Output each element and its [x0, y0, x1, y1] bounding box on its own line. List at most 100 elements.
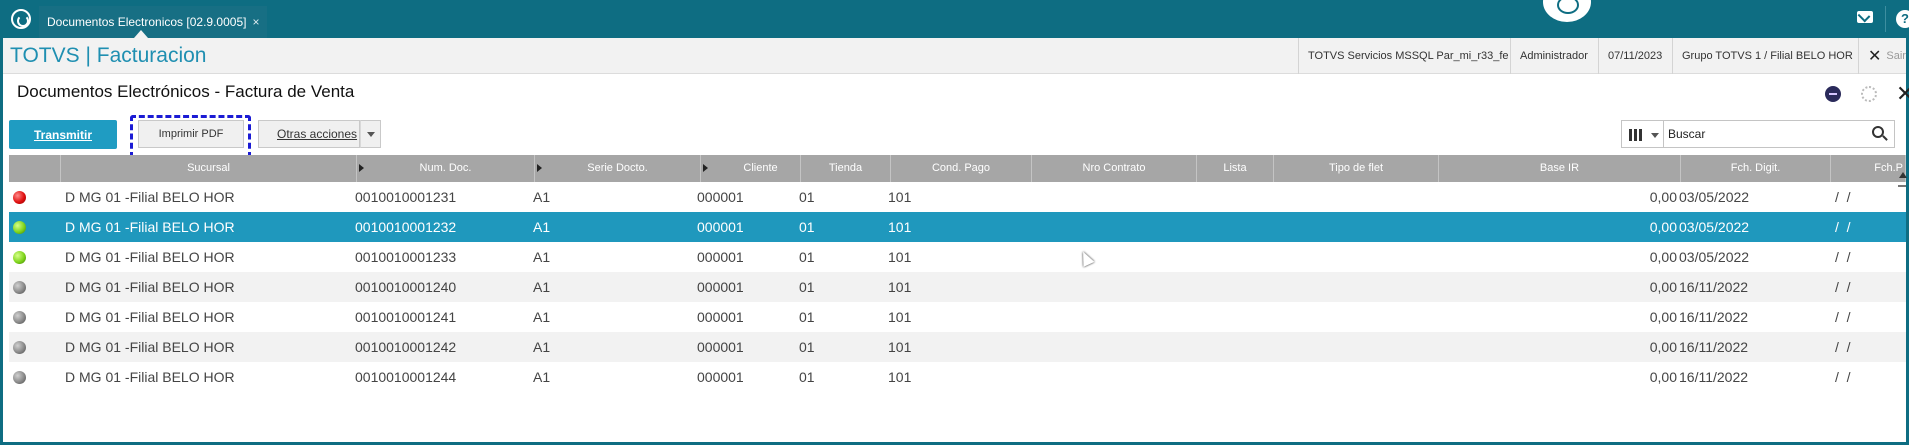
cell-tienda: 01 [799, 189, 815, 205]
exit-label: Sair [1886, 50, 1906, 62]
cell-tienda: 01 [799, 279, 815, 295]
chevron-down-icon[interactable] [360, 120, 381, 148]
cell-serie: A1 [533, 369, 551, 385]
cell-fch-digit: 03/05/2022 [1679, 189, 1750, 205]
totvs-logo-icon[interactable] [11, 9, 31, 29]
tab-documentos-electronicos[interactable]: Documentos Electronicos [02.9.0005] × [39, 6, 268, 38]
table-row[interactable]: D MG 01 -Filial BELO HOR 0010010001233 A… [9, 242, 1906, 272]
cell-serie: A1 [533, 249, 551, 265]
column-header-base-ir[interactable]: Base IR [1439, 155, 1681, 182]
help-icon[interactable]: ? [1896, 10, 1909, 28]
column-header-status[interactable] [9, 155, 61, 182]
cell-base-ir: 0,00 [1649, 339, 1677, 355]
cell-base-ir: 0,00 [1649, 309, 1677, 325]
column-header-tienda[interactable]: Tienda [801, 155, 891, 182]
cell-cond-pago: 101 [888, 339, 912, 355]
page-title: Documentos Electrónicos - Factura de Ven… [17, 82, 355, 101]
exit-icon: ✕ [1868, 48, 1882, 65]
close-window-icon[interactable]: ✕ [1896, 81, 1909, 107]
scroll-up-arrow-icon[interactable] [1899, 170, 1907, 178]
chevron-down-icon [1651, 133, 1659, 138]
status-green-icon [13, 251, 26, 264]
cell-tienda: 01 [799, 219, 815, 235]
column-header-num-doc[interactable]: Num. Doc. [357, 155, 535, 182]
cell-cliente: 000001 [697, 309, 744, 325]
cell-cliente: 000001 [697, 369, 744, 385]
otras-acciones-label: Otras acciones [277, 127, 358, 141]
column-header-cond-pago[interactable]: Cond. Pago [891, 155, 1032, 182]
status-indicator-icon[interactable] [1825, 86, 1841, 102]
column-header-sucursal[interactable]: Sucursal [61, 155, 357, 182]
cell-cond-pago: 101 [888, 219, 912, 235]
cell-num-doc: 0010010001231 [355, 189, 457, 205]
cell-base-ir: 0,00 [1649, 369, 1677, 385]
documents-table: Sucursal Num. Doc. Serie Docto. Cliente … [9, 155, 1906, 392]
cell-num-doc: 0010010001241 [355, 309, 457, 325]
sort-arrow-icon [359, 164, 364, 172]
column-header-tipo-flet[interactable]: Tipo de flet [1274, 155, 1439, 182]
column-header-lista[interactable]: Lista [1197, 155, 1274, 182]
table-row[interactable]: D MG 01 -Filial BELO HOR 0010010001241 A… [9, 302, 1906, 332]
cell-cond-pago: 101 [888, 309, 912, 325]
cell-tienda: 01 [799, 369, 815, 385]
column-header-fch-p[interactable]: Fch.P [1831, 155, 1906, 182]
table-row[interactable]: D MG 01 -Filial BELO HOR 0010010001244 A… [9, 362, 1906, 392]
cell-sucursal: D MG 01 -Filial BELO HOR [65, 339, 235, 355]
column-header-label: Cliente [743, 162, 778, 174]
cell-cliente: 000001 [697, 279, 744, 295]
cell-fch-p: / / [1835, 339, 1851, 355]
top-tab-bar: Documentos Electronicos [02.9.0005] × ? [3, 0, 1909, 38]
table-row-selected[interactable]: D MG 01 -Filial BELO HOR 0010010001232 A… [9, 212, 1906, 242]
cell-fch-p: / / [1835, 309, 1851, 325]
otras-acciones-button[interactable]: Otras acciones [258, 120, 360, 148]
active-tab-indicator [134, 30, 148, 38]
search-columns-dropdown[interactable] [1621, 120, 1663, 148]
scrollbar-thumb[interactable] [1898, 185, 1906, 187]
imprimir-pdf-button[interactable]: Imprimir PDF [138, 120, 244, 148]
table-row[interactable]: D MG 01 -Filial BELO HOR 0010010001242 A… [9, 332, 1906, 362]
group-info: Grupo TOTVS 1 / Filial BELO HOR [1672, 38, 1862, 74]
divider [1885, 6, 1886, 32]
cell-fch-p: / / [1835, 219, 1851, 235]
column-header-cliente[interactable]: Cliente [701, 155, 801, 182]
settings-gear-icon[interactable] [1861, 86, 1877, 102]
cell-serie: A1 [533, 189, 551, 205]
cell-fch-digit: 16/11/2022 [1679, 369, 1749, 385]
status-gray-icon [13, 311, 26, 324]
column-header-nro-contrato[interactable]: Nro Contrato [1032, 155, 1197, 182]
column-header-serie[interactable]: Serie Docto. [535, 155, 701, 182]
app-window: Documentos Electronicos [02.9.0005] × ? … [0, 0, 1909, 445]
cell-num-doc: 0010010001242 [355, 339, 457, 355]
search-input[interactable] [1663, 120, 1895, 148]
cell-cond-pago: 101 [888, 249, 912, 265]
column-header-fch-digit[interactable]: Fch. Digit. [1681, 155, 1831, 182]
chat-icon[interactable] [1543, 0, 1591, 22]
search-icon[interactable] [1872, 126, 1884, 138]
cell-num-doc: 0010010001240 [355, 279, 457, 295]
transmitir-button[interactable]: Transmitir [9, 120, 117, 149]
cell-fch-p: / / [1835, 249, 1851, 265]
cell-cliente: 000001 [697, 189, 744, 205]
table-row[interactable]: D MG 01 -Filial BELO HOR 0010010001231 A… [9, 182, 1906, 212]
tab-close-icon[interactable]: × [252, 15, 259, 29]
mail-icon[interactable] [1857, 11, 1873, 23]
status-gray-icon [13, 341, 26, 354]
cell-cliente: 000001 [697, 219, 744, 235]
cell-serie: A1 [533, 219, 551, 235]
cell-fch-digit: 16/11/2022 [1679, 309, 1749, 325]
status-red-icon [13, 191, 26, 204]
cell-cond-pago: 101 [888, 279, 912, 295]
cell-fch-digit: 03/05/2022 [1679, 219, 1750, 235]
cell-sucursal: D MG 01 -Filial BELO HOR [65, 219, 235, 235]
cell-fch-p: / / [1835, 189, 1851, 205]
status-gray-icon [13, 281, 26, 294]
cell-fch-digit: 03/05/2022 [1679, 249, 1750, 265]
cell-sucursal: D MG 01 -Filial BELO HOR [65, 189, 235, 205]
columns-icon [1629, 129, 1642, 141]
table-row[interactable]: D MG 01 -Filial BELO HOR 0010010001240 A… [9, 272, 1906, 302]
sort-arrow-icon [537, 164, 542, 172]
column-header-label: Serie Docto. [587, 162, 648, 174]
status-gray-icon [13, 371, 26, 384]
exit-button[interactable]: ✕ Sair [1858, 38, 1909, 74]
cell-num-doc: 0010010001233 [355, 249, 457, 265]
